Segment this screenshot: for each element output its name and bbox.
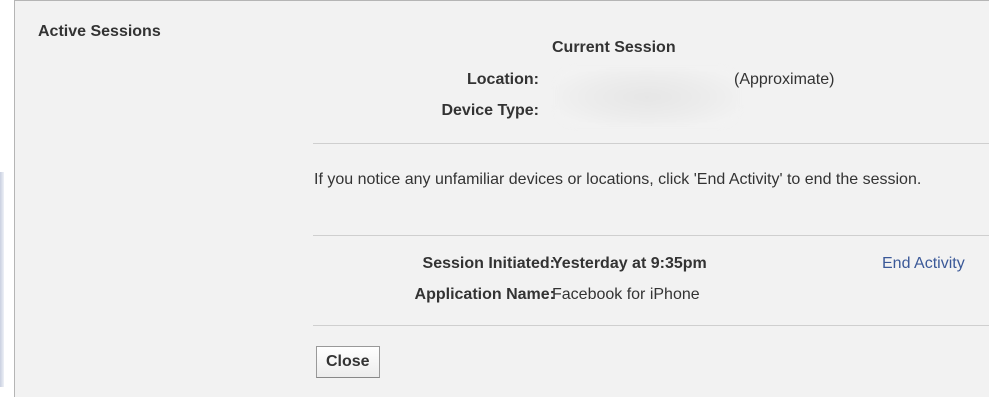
divider bbox=[313, 143, 989, 144]
redacted-location-device bbox=[555, 67, 740, 127]
left-edge-strip bbox=[0, 0, 14, 397]
application-name-value: Facebook for iPhone bbox=[552, 286, 700, 303]
session-initiated-value: Yesterday at 9:35pm bbox=[552, 255, 707, 272]
device-type-label: Device Type: bbox=[441, 102, 539, 119]
close-button[interactable]: Close bbox=[316, 346, 380, 378]
location-approximate-note: (Approximate) bbox=[734, 71, 835, 88]
active-sessions-panel: Active Sessions Current Session Location… bbox=[14, 0, 989, 397]
unfamiliar-device-notice: If you notice any unfamiliar devices or … bbox=[314, 171, 922, 188]
end-activity-link[interactable]: End Activity bbox=[882, 255, 965, 273]
divider bbox=[313, 325, 989, 326]
session-initiated-label: Session Initiated: bbox=[422, 255, 555, 272]
application-name-label: Application Name: bbox=[414, 286, 555, 303]
left-edge-bar bbox=[0, 172, 4, 387]
divider bbox=[313, 235, 989, 236]
section-title: Active Sessions bbox=[38, 23, 161, 40]
location-label: Location: bbox=[467, 71, 539, 88]
current-session-heading: Current Session bbox=[552, 39, 676, 56]
